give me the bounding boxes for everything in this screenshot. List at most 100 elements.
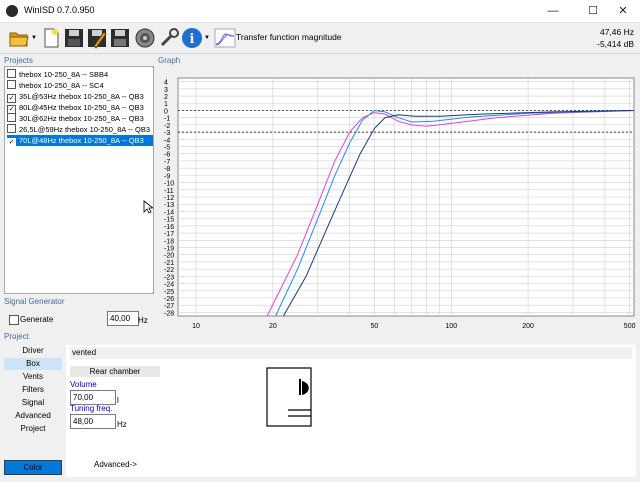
y-tick-label: -19 [164, 245, 174, 252]
y-tick-label: -27 [164, 303, 174, 310]
info-dropdown-icon[interactable]: ▼ [204, 35, 210, 41]
save-icon[interactable] [63, 27, 85, 49]
tools-icon[interactable] [158, 27, 180, 49]
project-item[interactable]: 26,5L@59Hz thebox 10-250_8A -- QB3 [7, 124, 153, 135]
signal-frequency-unit: Hz [138, 316, 148, 325]
y-tick-label: -23 [164, 274, 174, 281]
y-tick-label: -24 [164, 282, 174, 289]
project-item[interactable]: ✓ 80L@45Hz thebox 10-250_8A -- QB3 [7, 102, 153, 114]
mouse-cursor-icon [143, 200, 153, 214]
signal-generator-label: Signal Generator [4, 297, 65, 306]
y-tick-label: -7 [164, 159, 170, 166]
db-readout: -5,414 dB [597, 39, 634, 49]
project-checkbox[interactable] [7, 113, 16, 122]
close-button[interactable]: ✕ [608, 1, 638, 21]
y-tick-label: -16 [164, 224, 174, 231]
y-tick-label: 0 [164, 108, 168, 115]
nav-box[interactable]: Box [4, 358, 62, 370]
y-tick-label: -13 [164, 202, 174, 209]
volume-input[interactable]: 70,00 [70, 390, 116, 405]
project-label: 26,5L@59Hz thebox 10-250_8A -- QB3 [19, 125, 151, 134]
project-item[interactable]: ✓ 70L@48Hz thebox 10-250_8A -- QB3 [7, 135, 153, 147]
nav-signal[interactable]: Signal [4, 397, 62, 409]
toolbar: ▼ i ▼ Transfer function magnitude 47,46 … [0, 23, 640, 54]
project-checkbox[interactable] [7, 124, 16, 133]
svg-text:i: i [190, 32, 195, 47]
project-item[interactable]: thebox 10-250_8A -- SC4 [7, 80, 153, 91]
tuning-input[interactable]: 48,00 [70, 414, 116, 429]
save-all-icon[interactable] [109, 27, 131, 49]
project-label: 30L@62Hz thebox 10-250_8A -- QB3 [19, 114, 144, 123]
minimize-button[interactable]: — [538, 1, 568, 21]
window-title: WinISD 0.7.0.950 [24, 5, 95, 15]
project-section-label: Project [4, 332, 29, 341]
info-icon[interactable]: i [181, 27, 203, 49]
y-tick-label: 2 [164, 94, 168, 101]
x-tick-label: 10 [192, 323, 200, 330]
new-project-icon[interactable] [40, 27, 62, 49]
y-tick-label: -1 [164, 116, 170, 123]
y-tick-label: -20 [164, 253, 174, 260]
graph-type-label[interactable]: Transfer function magnitude [236, 32, 342, 42]
nav-vents[interactable]: Vents [4, 371, 62, 383]
signal-frequency-input[interactable]: 40,00 [107, 311, 139, 326]
y-tick-label: -4 [164, 137, 170, 144]
driver-icon[interactable] [134, 27, 156, 49]
volume-label: Volume [70, 380, 97, 389]
y-tick-label: -25 [164, 289, 174, 296]
y-tick-label: -2 [164, 123, 170, 130]
project-item[interactable]: ✓ 35L@53Hz thebox 10-250_8A -- QB3 [7, 91, 153, 103]
generate-label: Generate [20, 315, 54, 324]
nav-filters[interactable]: Filters [4, 384, 62, 396]
project-label: 35L@53Hz thebox 10-250_8A -- QB3 [19, 92, 144, 101]
project-checkbox[interactable]: ✓ [7, 138, 16, 147]
y-tick-label: 3 [164, 87, 168, 94]
y-tick-label: -12 [164, 195, 174, 202]
projects-label: Projects [4, 56, 33, 65]
nav-project[interactable]: Project [4, 423, 62, 435]
tuning-unit: Hz [117, 420, 127, 429]
y-tick-label: 1 [164, 101, 168, 108]
y-tick-label: -26 [164, 296, 174, 303]
open-dropdown-icon[interactable]: ▼ [31, 35, 37, 41]
y-tick-label: -17 [164, 231, 174, 238]
graph-label: Graph [158, 56, 181, 65]
project-label: 80L@45Hz thebox 10-250_8A -- QB3 [19, 103, 144, 112]
y-tick-label: -9 [164, 173, 170, 180]
save-as-icon[interactable] [86, 27, 108, 49]
y-tick-label: -28 [164, 310, 174, 317]
maximize-button[interactable]: ☐ [578, 1, 608, 21]
volume-unit: l [117, 396, 119, 405]
x-tick-label: 200 [522, 323, 534, 330]
y-tick-label: -3 [164, 130, 170, 137]
box-diagram [266, 367, 312, 427]
transfer-function-graph[interactable]: 43210-1-2-3-4-5-6-7-8-9-10-11-12-13-14-1… [156, 66, 638, 334]
project-label: 70L@48Hz thebox 10-250_8A -- QB3 [19, 136, 144, 145]
nav-advanced[interactable]: Advanced [4, 410, 62, 422]
y-tick-label: -6 [164, 152, 170, 159]
project-checkbox[interactable] [7, 80, 16, 89]
project-checkbox[interactable] [7, 69, 16, 78]
y-tick-label: -8 [164, 166, 170, 173]
y-tick-label: -21 [164, 260, 174, 267]
advanced-link[interactable]: Advanced-> [94, 460, 137, 469]
box-panel [66, 345, 636, 477]
y-tick-label: -10 [164, 181, 174, 188]
rear-chamber-header: Rear chamber [70, 366, 160, 377]
color-button[interactable]: Color [4, 460, 62, 475]
transfer-graph-icon[interactable] [214, 27, 236, 49]
y-tick-label: 4 [164, 80, 168, 87]
tuning-label: Tuning freq. [70, 404, 113, 413]
project-label: thebox 10-250_8A -- SBB4 [19, 70, 109, 79]
project-item[interactable]: thebox 10-250_8A -- SBB4 [7, 69, 153, 80]
generate-checkbox[interactable] [9, 315, 19, 325]
y-tick-label: -11 [164, 188, 174, 195]
x-tick-label: 50 [371, 323, 379, 330]
projects-list[interactable]: thebox 10-250_8A -- SBB4 thebox 10-250_8A… [4, 66, 154, 294]
project-item[interactable]: 30L@62Hz thebox 10-250_8A -- QB3 [7, 113, 153, 124]
nav-driver[interactable]: Driver [4, 345, 62, 357]
box-type-selector[interactable]: vented [70, 347, 632, 359]
frequency-readout: 47,46 Hz [599, 27, 634, 37]
app-icon [6, 5, 18, 17]
open-folder-icon[interactable] [8, 27, 30, 49]
